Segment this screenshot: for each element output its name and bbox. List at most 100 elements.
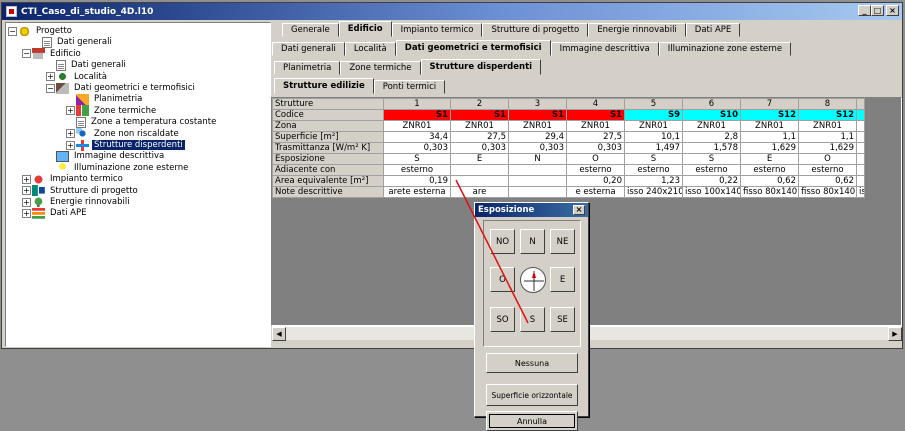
grid-cell[interactable] [450, 164, 509, 176]
dialog-close-button[interactable]: × [573, 205, 585, 215]
grid-cell[interactable] [450, 175, 509, 187]
grid-cell[interactable]: 0,303 [508, 142, 567, 154]
grid-cell[interactable] [856, 131, 865, 143]
tree-item[interactable]: Edificio [32, 48, 83, 60]
horizontal-surface-button[interactable]: Superficie orizzontale [486, 384, 578, 406]
grid-cell[interactable]: esterno [740, 164, 799, 176]
grid-cell[interactable]: ZNR01 [566, 120, 625, 132]
grid-cell[interactable]: S [624, 153, 683, 165]
exposure-so-button[interactable]: SO [490, 307, 515, 332]
cancel-button[interactable]: Annulla [486, 411, 578, 431]
main-tab[interactable]: Dati APE [685, 23, 741, 37]
grid-cell[interactable]: S [682, 153, 741, 165]
tree-expander-icon[interactable]: − [46, 83, 55, 93]
grid-cell[interactable] [508, 186, 567, 198]
exposure-ne-button[interactable]: NE [550, 229, 575, 254]
grid-cell[interactable] [856, 142, 865, 154]
tree-expander-icon[interactable]: + [66, 106, 75, 116]
tree-expander-icon[interactable]: − [22, 49, 31, 59]
grid-cell[interactable]: N [508, 153, 567, 165]
grid-cell[interactable]: 0,19 [383, 175, 451, 187]
main-tab[interactable]: Impianto termico [391, 23, 483, 37]
grid-cell[interactable]: ZNR01 [508, 120, 567, 132]
scroll-right-icon[interactable]: ▶ [888, 327, 902, 341]
grid-cell[interactable]: esterno [682, 164, 741, 176]
grid-cell[interactable]: 0,20 [566, 175, 625, 187]
grid-cell[interactable]: S12 [798, 109, 857, 121]
exposure-no-button[interactable]: NO [490, 229, 515, 254]
grid-cell[interactable]: 0,62 [740, 175, 799, 187]
tree-item[interactable]: Illuminazione zone esterne [56, 162, 190, 174]
grid-cell[interactable]: E [740, 153, 799, 165]
grid-cell[interactable]: S1 [508, 109, 567, 121]
grid-cell[interactable]: 1,497 [624, 142, 683, 154]
tree-item[interactable]: Strutture di progetto [32, 185, 140, 197]
grid-cell[interactable]: 2,8 [682, 131, 741, 143]
building-tab[interactable]: Dati generali [272, 42, 345, 56]
tree-item[interactable]: Zone termiche [76, 105, 158, 117]
tree-item[interactable]: Impianto termico [32, 173, 125, 185]
building-tab[interactable]: Dati geometrici e termofisici [395, 40, 551, 56]
grid-cell[interactable]: are [450, 186, 509, 198]
project-tree[interactable]: − Progetto Dati generali − Edificio Dati gene… [5, 22, 271, 347]
grid-cell[interactable]: 1,1 [798, 131, 857, 143]
exposure-o-button[interactable]: O [490, 267, 515, 292]
close-button[interactable]: × [886, 5, 899, 16]
tree-item[interactable]: Planimetria [76, 93, 144, 105]
tree-item[interactable]: Dati APE [32, 207, 88, 219]
grid-cell[interactable]: O [798, 153, 857, 165]
grid-cell[interactable]: 29,4 [508, 131, 567, 143]
grid-cell[interactable]: O [566, 153, 625, 165]
building-tab[interactable]: Illuminazione zone esterne [658, 42, 792, 56]
tree-item[interactable]: Zone a temperatura costante [76, 116, 218, 128]
grid-cell[interactable]: S10 [682, 109, 741, 121]
grid-cell[interactable]: 1,629 [740, 142, 799, 154]
grid-cell[interactable]: 0,22 [682, 175, 741, 187]
maximize-button[interactable]: □ [871, 5, 884, 16]
main-tab[interactable]: Strutture di progetto [482, 23, 589, 37]
grid-cell[interactable]: fisso 80x140 [740, 186, 799, 198]
exposure-s-button[interactable]: S [520, 307, 545, 332]
grid-cell[interactable]: fisso 80x140 [798, 186, 857, 198]
grid-cell[interactable] [856, 175, 865, 187]
grid-cell[interactable]: 1,629 [798, 142, 857, 154]
grid-cell[interactable]: e esterna [566, 186, 625, 198]
grid-cell[interactable]: 0,303 [383, 142, 451, 154]
grid-cell[interactable]: 0,303 [450, 142, 509, 154]
tree-item[interactable]: Dati geometrici e termofisici [56, 82, 197, 94]
grid-cell[interactable]: esterno [566, 164, 625, 176]
tree-item[interactable]: Energie rinnovabili [32, 196, 132, 208]
grid-cell[interactable]: ZNR01 [624, 120, 683, 132]
grid-cell[interactable]: ZNR01 [798, 120, 857, 132]
grid-cell[interactable] [856, 109, 865, 121]
scroll-left-icon[interactable]: ◀ [272, 327, 286, 341]
grid-cell[interactable]: isso 240x210 [624, 186, 683, 198]
grid-cell[interactable]: S1 [450, 109, 509, 121]
grid-cell[interactable]: S [383, 153, 451, 165]
grid-cell[interactable]: esterno [383, 164, 451, 176]
tree-item[interactable]: Località [56, 71, 109, 83]
main-tab[interactable]: Edificio [338, 21, 392, 37]
grid-cell[interactable]: 27,5 [450, 131, 509, 143]
tree-expander-icon[interactable]: + [46, 72, 55, 82]
tree-expander-icon[interactable]: + [22, 174, 31, 184]
main-tab[interactable]: Generale [282, 23, 339, 37]
tree-item[interactable]: Strutture disperdenti [76, 139, 185, 151]
grid-cell[interactable]: S9 [624, 109, 683, 121]
grid-cell[interactable]: ZNR01 [682, 120, 741, 132]
minimize-button[interactable]: _ [858, 5, 871, 16]
grid-cell[interactable] [856, 164, 865, 176]
grid-cell[interactable]: esterno [624, 164, 683, 176]
grid-cell[interactable]: 34,4 [383, 131, 451, 143]
grid-cell[interactable]: 10,1 [624, 131, 683, 143]
grid-cell[interactable]: 1,1 [740, 131, 799, 143]
grid-cell[interactable]: arete esterna [383, 186, 451, 198]
grid-cell[interactable] [856, 153, 865, 165]
grid-cell[interactable]: ZNR01 [383, 120, 451, 132]
structures-tab[interactable]: Strutture edilizie [274, 78, 374, 94]
grid-cell[interactable] [508, 164, 567, 176]
tree-expander-icon[interactable]: + [66, 129, 75, 139]
grid-cell[interactable]: 0,62 [798, 175, 857, 187]
grid-cell[interactable] [856, 120, 865, 132]
grid-cell[interactable]: E [450, 153, 509, 165]
